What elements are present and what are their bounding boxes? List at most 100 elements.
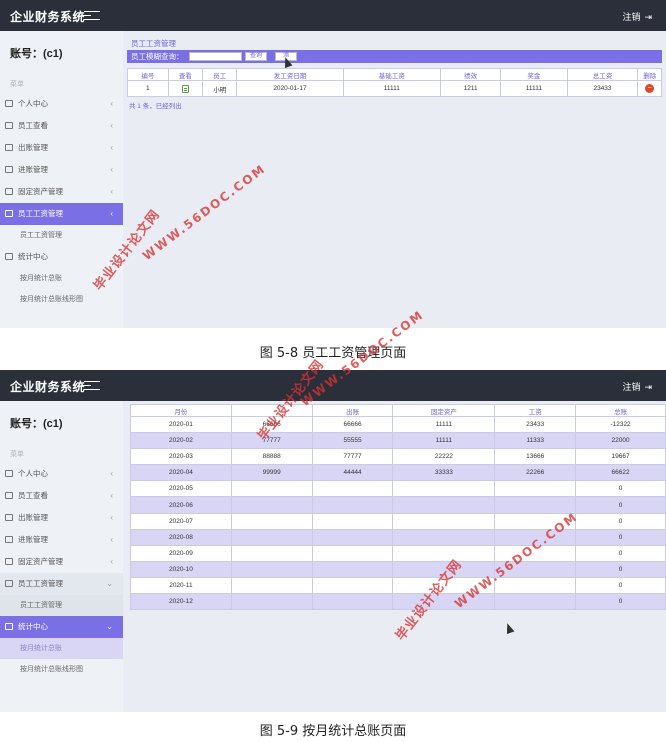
table-cell: 77777 <box>311 448 394 466</box>
table-row: 2020-10 0 <box>130 560 666 578</box>
table-cell: 2020-01 <box>130 415 232 434</box>
table-cell <box>494 480 577 498</box>
sidebar-subitem-monthly-ledger[interactable]: 按月统计总账 <box>0 268 123 289</box>
folder-icon <box>5 166 13 173</box>
logout-button[interactable]: 注销 ⇥ <box>622 380 652 393</box>
menu-toggle-icon[interactable] <box>81 11 100 20</box>
sidebar-item-salary-management[interactable]: 员工工资管理 ‹ <box>0 203 123 225</box>
chevron-left-icon: ‹ <box>110 99 113 108</box>
table-row: 2020-03 88888 77777 22222 13666 19667 <box>130 448 666 466</box>
table-row: 2020-11 0 <box>130 576 666 595</box>
table-row: 2020-01 66666 66666 11111 23433 -12322 <box>130 415 666 434</box>
table-row: 2020-05 0 <box>130 480 666 498</box>
table-cell <box>392 544 496 562</box>
table-cell: 2020-12 <box>130 593 232 611</box>
table-cell: 0 <box>575 528 666 546</box>
sidebar-item-employee-view[interactable]: 员工查看 ‹ <box>0 115 123 137</box>
sidebar-subitem-monthly-ledger[interactable]: 按月统计总账 <box>0 638 123 659</box>
table-cell: 2020-02 <box>130 432 232 450</box>
app-brand: 企业财务系统 <box>10 10 86 24</box>
sidebar-item-incoming[interactable]: 进账管理 ‹ <box>0 159 123 181</box>
delete-icon[interactable]: − <box>645 84 655 93</box>
table-row: 2020-06 0 <box>130 496 666 514</box>
sidebar-item-statistics[interactable]: 统计中心 <box>0 246 123 268</box>
table-row: 2020-07 0 <box>130 512 666 530</box>
table-cell <box>311 576 394 595</box>
table-cell <box>230 560 313 578</box>
sidebar-item-fixed-assets[interactable]: 固定资产管理 ‹ <box>0 181 123 203</box>
table-cell: 2020-11 <box>130 576 232 595</box>
column-header: 编号 <box>127 68 169 81</box>
table-cell: 2020-04 <box>130 464 232 482</box>
table-cell <box>494 576 577 595</box>
query-button[interactable]: 查询 <box>245 52 267 61</box>
table-cell <box>494 593 577 611</box>
sidebar-item-fixed-assets[interactable]: 固定资产管理 ‹ <box>0 551 123 573</box>
table-cell: 13666 <box>494 448 577 466</box>
sidebar-item-incoming[interactable]: 进账管理 ‹ <box>0 529 123 551</box>
table-cell: 33333 <box>392 464 496 482</box>
figure-caption-2: 图 5-9 按月统计总账页面 <box>259 724 407 739</box>
table-cell: 1 <box>127 80 169 97</box>
table-row: 2020-09 0 <box>130 544 666 562</box>
table-cell: 22266 <box>494 464 577 482</box>
sidebar-item-personal-center[interactable]: 个人中心 ‹ <box>0 93 123 115</box>
sidebar-subitem-salary-management[interactable]: 员工工资管理 <box>0 225 123 246</box>
table-cell: 0 <box>575 480 666 498</box>
logout-label: 注销 <box>622 382 641 392</box>
sidebar-item-label: 固定资产管理 <box>18 187 63 196</box>
view-document-icon[interactable] <box>181 84 189 93</box>
sidebar-subitem-monthly-ledger-chart[interactable]: 按月统计总账线形图 <box>0 289 123 310</box>
table-cell: 11333 <box>494 432 577 450</box>
table-cell: 77777 <box>230 432 313 450</box>
sidebar-item-label: 员工工资管理 <box>18 579 63 588</box>
table-cell: 0 <box>575 576 666 595</box>
table-cell: 19667 <box>575 448 666 466</box>
column-header: 工资 <box>494 404 577 417</box>
table-cell <box>230 593 313 611</box>
table-cell: 0 <box>575 496 666 514</box>
sidebar-item-statistics[interactable]: 统计中心 ⌄ <box>0 616 123 638</box>
sidebar-item-label: 出账管理 <box>18 513 48 522</box>
chevron-left-icon: ‹ <box>110 491 113 500</box>
salary-table: 编号 查看 员工 发工资日期 基础工资 绩效 奖金 总工资 删除 1 小明 20… <box>127 68 662 97</box>
table-cell: -12322 <box>575 415 666 434</box>
table-cell: 2020-07 <box>130 512 232 530</box>
sidebar-item-label: 员工查看 <box>18 121 48 130</box>
sidebar-item-personal-center[interactable]: 个人中心 ‹ <box>0 463 123 485</box>
logout-button[interactable]: 注销 ⇥ <box>622 10 652 23</box>
account-label: 账号：(c1) <box>10 48 63 60</box>
view-cell[interactable] <box>167 80 204 97</box>
logout-icon: ⇥ <box>644 12 652 22</box>
top-bar: 企业财务系统 注销 ⇥ <box>0 0 666 31</box>
folder-icon <box>5 580 13 587</box>
sidebar-item-outgoing[interactable]: 出账管理 ‹ <box>0 137 123 159</box>
table-cell: 小明 <box>202 80 238 97</box>
sidebar-item-salary-management[interactable]: 员工工资管理 ⌄ <box>0 573 123 595</box>
table-cell: 0 <box>575 512 666 530</box>
table-cell: 2020-03 <box>130 448 232 466</box>
table-cell: 1211 <box>440 80 502 97</box>
sidebar-item-label: 员工工资管理 <box>18 209 63 218</box>
chevron-left-icon: ‹ <box>110 121 113 130</box>
table-cell <box>392 496 496 514</box>
sidebar-item-outgoing[interactable]: 出账管理 ‹ <box>0 507 123 529</box>
sidebar-subitem-salary-management[interactable]: 员工工资管理 <box>0 595 123 616</box>
table-cell <box>392 480 496 498</box>
menu-toggle-icon[interactable] <box>81 381 100 390</box>
table-cell: 11111 <box>500 80 568 97</box>
table-cell <box>230 544 313 562</box>
sidebar-item-label: 员工查看 <box>18 491 48 500</box>
search-bar: 员工模糊查询： 查询 添 <box>127 50 662 63</box>
table-cell: 2020-09 <box>130 544 232 562</box>
figure-caption-1: 图 5-8 员工工资管理页面 <box>259 346 407 361</box>
mouse-cursor-icon <box>503 621 515 635</box>
table-cell: 0 <box>575 544 666 562</box>
delete-cell[interactable]: − <box>637 80 662 97</box>
table-cell <box>311 512 394 530</box>
employee-search-input[interactable] <box>189 52 242 61</box>
sidebar-subitem-monthly-ledger-chart[interactable]: 按月统计总账线形图 <box>0 659 123 680</box>
sidebar-item-employee-view[interactable]: 员工查看 ‹ <box>0 485 123 507</box>
table-row: 2020-12 0 <box>130 593 666 611</box>
table-cell: 55555 <box>311 432 394 450</box>
